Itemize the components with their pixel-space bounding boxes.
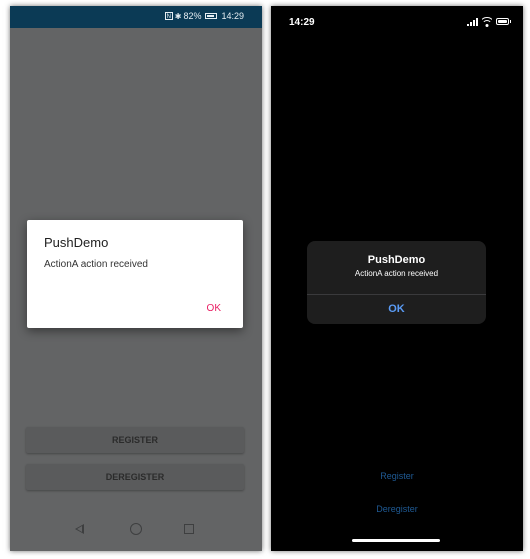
bluetooth-icon: ✱ (174, 11, 182, 21)
register-link[interactable]: Register (271, 471, 523, 481)
android-alert-dialog: PushDemo ActionA action received OK (27, 220, 243, 328)
nfc-icon: N (164, 12, 173, 20)
dialog-title: PushDemo (44, 235, 109, 250)
android-status-icons: N ✱ 82% 14:29 (164, 11, 244, 21)
status-time: 14:29 (221, 11, 244, 21)
home-icon[interactable] (130, 523, 142, 535)
android-navigation-bar (10, 511, 262, 551)
back-icon[interactable] (75, 524, 84, 534)
alert-ok-button[interactable]: OK (307, 303, 486, 315)
battery-icon (205, 13, 218, 19)
android-status-bar: N ✱ 82% 14:29 (10, 6, 262, 28)
deregister-button[interactable]: DEREGISTER (26, 464, 244, 490)
alert-message: ActionA action received (354, 269, 439, 278)
dialog-ok-button[interactable]: OK (207, 303, 221, 314)
battery-percent: 82% (183, 11, 202, 21)
deregister-link[interactable]: Deregister (271, 504, 523, 514)
ios-alert: PushDemo ActionA action received OK (307, 241, 486, 324)
android-screenshot: N ✱ 82% 14:29 PushDemo ActionA action re… (10, 6, 262, 551)
ios-screenshot: 14:29 PushDemo ActionA action received O… (271, 6, 523, 551)
recent-apps-icon[interactable] (184, 524, 194, 534)
ios-status-time: 14:29 (289, 17, 315, 28)
alert-title: PushDemo (367, 254, 426, 266)
wifi-icon (482, 17, 492, 27)
alert-divider (307, 294, 486, 295)
cellular-signal-icon (467, 18, 481, 26)
battery-level (207, 15, 215, 17)
register-button[interactable]: REGISTER (26, 427, 244, 453)
dialog-message: ActionA action received (44, 259, 148, 270)
ios-battery-icon (496, 18, 511, 25)
home-indicator[interactable] (352, 539, 440, 542)
